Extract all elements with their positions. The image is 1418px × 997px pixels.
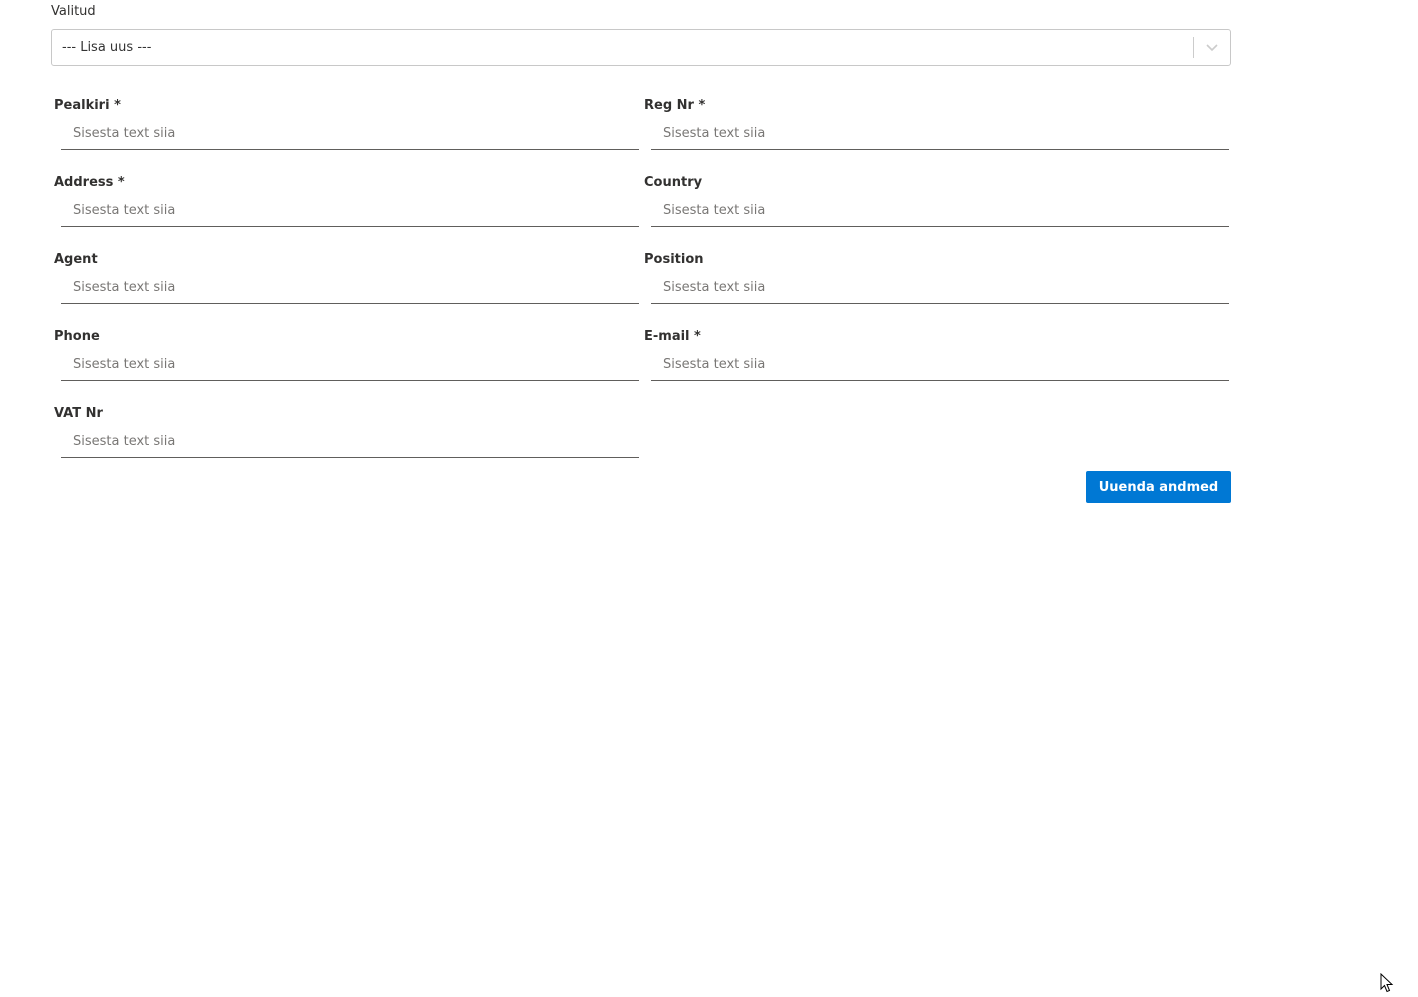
company-selector-dropdown[interactable]: --- Lisa uus --- <box>51 29 1231 66</box>
country-input[interactable] <box>651 195 1229 227</box>
vat-nr-label: VAT Nr <box>54 406 103 421</box>
selector-divider <box>1193 37 1194 58</box>
phone-input[interactable] <box>61 349 639 381</box>
chevron-down-icon[interactable] <box>1204 39 1220 55</box>
selector-label: Valitud <box>51 4 96 19</box>
selector-value: --- Lisa uus --- <box>62 40 152 55</box>
phone-label: Phone <box>54 329 100 344</box>
address-label: Address * <box>54 175 125 190</box>
pealkiri-label: Pealkiri * <box>54 98 121 113</box>
update-data-button[interactable]: Uuenda andmed <box>1086 471 1231 503</box>
agent-label: Agent <box>54 252 98 267</box>
company-form-page: Valitud --- Lisa uus --- Pealkiri * Reg … <box>0 0 1418 997</box>
position-input[interactable] <box>651 272 1229 304</box>
vat-nr-input[interactable] <box>61 426 639 458</box>
pealkiri-input[interactable] <box>61 118 639 150</box>
address-input[interactable] <box>61 195 639 227</box>
position-label: Position <box>644 252 704 267</box>
country-label: Country <box>644 175 703 190</box>
email-input[interactable] <box>651 349 1229 381</box>
email-label: E-mail * <box>644 329 701 344</box>
reg-nr-label: Reg Nr * <box>644 98 706 113</box>
agent-input[interactable] <box>61 272 639 304</box>
mouse-cursor-icon <box>1380 973 1394 993</box>
reg-nr-input[interactable] <box>651 118 1229 150</box>
